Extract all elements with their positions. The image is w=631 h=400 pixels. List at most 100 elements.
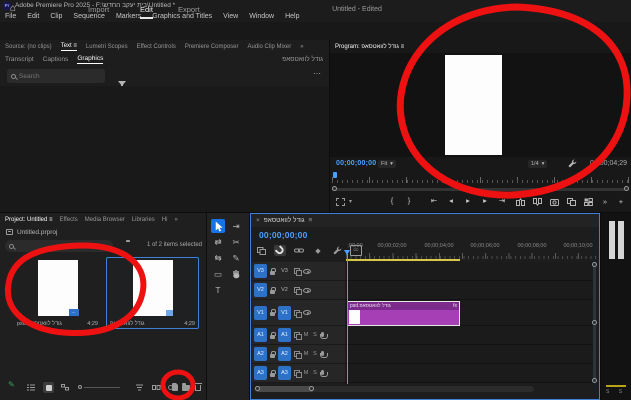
track-target-a3[interactable]: A3: [278, 366, 291, 380]
menu-clip[interactable]: Clip: [50, 13, 62, 20]
tab-media-browser[interactable]: Media Browser: [85, 217, 125, 223]
vscroll-handle-mid[interactable]: [592, 320, 597, 325]
vscroll-handle-top[interactable]: [592, 262, 597, 267]
project-breadcrumb[interactable]: Untitled.prproj: [0, 226, 206, 238]
project-item-psd[interactable]: ⋯ גודל לוואטסאפ.psd 4;29: [13, 257, 102, 329]
search-box[interactable]: [7, 69, 105, 83]
panel-menu-icon[interactable]: ≡: [401, 44, 405, 50]
track-target-a2[interactable]: A2: [278, 347, 291, 361]
close-icon[interactable]: ×: [256, 217, 260, 224]
track-output-eye-icon[interactable]: [303, 310, 311, 315]
go-to-in-button[interactable]: ⇤: [430, 196, 438, 205]
subtab-transcript[interactable]: Transcript: [5, 56, 34, 63]
track-output-eye-icon[interactable]: [303, 269, 311, 274]
program-timecode[interactable]: 00;00;00;00: [336, 160, 376, 167]
hscroll-thumb[interactable]: [256, 386, 314, 392]
fit-dropdown[interactable]: Fit▾: [378, 160, 396, 168]
zoom-slider-knob[interactable]: [78, 385, 82, 389]
go-to-out-button[interactable]: ⇥: [498, 196, 506, 205]
home-icon[interactable]: ⌂: [10, 3, 16, 14]
writable-pencil-icon[interactable]: ✎: [8, 380, 15, 389]
type-tool[interactable]: T: [211, 283, 225, 297]
tab-text[interactable]: Text ≡: [61, 43, 77, 51]
track-lane-v2[interactable]: [345, 281, 595, 300]
sync-lock-icon[interactable]: [294, 332, 300, 338]
track-output-eye-icon[interactable]: [303, 288, 311, 293]
track-target-v3[interactable]: V3: [278, 264, 291, 278]
tab-libraries[interactable]: Libraries: [132, 217, 155, 223]
tab-premiere-composer[interactable]: Premiere Composer: [185, 44, 239, 50]
panel-menu-icon[interactable]: ≡: [309, 217, 313, 224]
subtab-captions[interactable]: Captions: [43, 56, 69, 63]
new-bin-icon[interactable]: [182, 385, 190, 391]
lock-icon[interactable]: [270, 354, 275, 358]
add-button-icon[interactable]: +: [617, 197, 625, 206]
track-lane-a3[interactable]: [345, 364, 595, 383]
tab-effects[interactable]: Effects: [60, 217, 78, 223]
timeline-ruler[interactable]: ;00;00 00;00;02;00 00;00;04;00 00;00;06;…: [346, 242, 596, 259]
solo-button[interactable]: S: [312, 332, 318, 338]
selection-zoom-icon[interactable]: [336, 198, 345, 206]
program-scrollbar[interactable]: [332, 186, 629, 192]
sort-icon[interactable]: [136, 384, 144, 391]
menu-edit[interactable]: Edit: [27, 13, 39, 20]
menu-help[interactable]: Help: [285, 13, 299, 20]
selection-tool[interactable]: [211, 219, 225, 233]
sync-lock-icon[interactable]: [294, 287, 300, 293]
lock-icon[interactable]: [270, 290, 275, 294]
play-button[interactable]: ▸: [464, 196, 472, 205]
lock-icon[interactable]: [270, 373, 275, 377]
slip-tool[interactable]: ⇆: [211, 251, 225, 265]
export-frame-camera-icon[interactable]: [550, 198, 559, 206]
list-view-icon[interactable]: [27, 384, 35, 391]
meter-solo-labels[interactable]: S S: [601, 389, 631, 395]
mute-button[interactable]: M: [303, 370, 309, 376]
source-patch-a1[interactable]: A1: [254, 328, 267, 342]
snap-magnet-icon[interactable]: [274, 245, 286, 256]
tab-lumetri-scopes[interactable]: Lumetri Scopes: [86, 44, 128, 50]
track-target-v2[interactable]: V2: [278, 283, 291, 297]
workspace-tab-export[interactable]: Export: [178, 5, 200, 17]
track-target-v1[interactable]: V1: [278, 306, 291, 320]
voiceover-mic-icon[interactable]: [321, 370, 324, 375]
mark-out-button[interactable]: }: [405, 196, 413, 205]
sync-lock-icon[interactable]: [294, 268, 300, 274]
sync-lock-icon[interactable]: [294, 370, 300, 376]
lift-icon[interactable]: [516, 198, 525, 206]
workspace-tab-import[interactable]: Import: [88, 5, 109, 17]
source-patch-a3[interactable]: A3: [254, 366, 267, 380]
comparison-view-icon[interactable]: [567, 198, 576, 206]
project-search-input[interactable]: [17, 243, 97, 250]
item-name[interactable]: גודל לוואטסאפ.psd: [17, 321, 62, 327]
automate-to-sequence-icon[interactable]: [152, 385, 161, 390]
step-back-button[interactable]: ◂: [447, 196, 455, 205]
tab-history-truncated[interactable]: Hi: [162, 217, 168, 223]
hscroll-handle-right[interactable]: [309, 386, 314, 391]
playhead-caret[interactable]: [344, 250, 350, 255]
button-editor-more-icon[interactable]: »: [601, 197, 609, 206]
rectangle-tool[interactable]: ▭: [211, 267, 225, 281]
source-patch-v1[interactable]: V1: [254, 306, 267, 320]
viewer-options-chevron-icon[interactable]: ▾: [349, 198, 352, 205]
sync-lock-icon[interactable]: [294, 351, 300, 357]
ripple-edit-tool[interactable]: ⇄: [211, 235, 225, 249]
menu-view[interactable]: View: [223, 13, 238, 20]
track-select-forward-tool[interactable]: ⇥: [229, 219, 243, 233]
hand-tool[interactable]: [229, 267, 243, 281]
razor-tool[interactable]: ✂: [229, 235, 243, 249]
scroll-handle-left[interactable]: [332, 186, 337, 191]
lock-icon[interactable]: [270, 271, 275, 275]
solo-button[interactable]: S: [312, 351, 318, 357]
nest-indicator-icon[interactable]: [255, 245, 267, 256]
panel-more-icon[interactable]: ⋯: [313, 69, 321, 78]
item-name[interactable]: גודל לוואטסאפ: [110, 321, 144, 327]
timeline-clip-psd[interactable]: גודל לוואטסאפ.psd fx: [347, 301, 460, 326]
pen-tool[interactable]: ✎: [229, 251, 243, 265]
panel-menu-icon[interactable]: ≡: [73, 43, 77, 49]
tab-project[interactable]: Project: Untitled ≡: [5, 217, 53, 223]
project-item-sequence[interactable]: גודל לוואטסאפ 4;29: [106, 257, 199, 329]
workspace-tab-edit[interactable]: Edit: [140, 5, 153, 19]
add-marker-icon[interactable]: ◆: [312, 245, 324, 256]
timeline-vertical-scrollbar[interactable]: [593, 262, 596, 383]
program-tab[interactable]: Program: גודל לוואטסאפ ≡: [335, 44, 404, 50]
